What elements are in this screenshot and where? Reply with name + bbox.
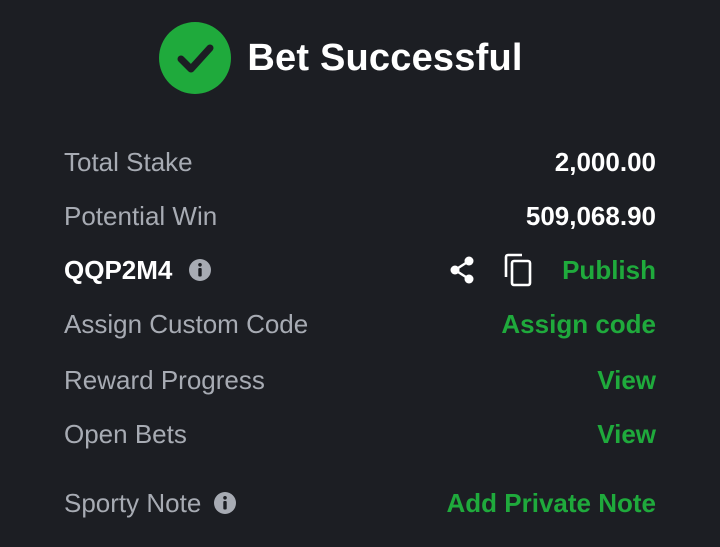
reward-progress-label: Reward Progress (64, 364, 265, 395)
sporty-note-row: Sporty Note Add Private Note (64, 483, 656, 523)
assign-code-link[interactable]: Assign code (501, 309, 656, 340)
total-stake-label: Total Stake (64, 146, 193, 177)
potential-win-row: Potential Win 509,068.90 (64, 196, 656, 236)
page-title: Bet Successful (247, 36, 523, 79)
potential-win-value: 509,068.90 (525, 200, 656, 231)
reward-progress-view-link[interactable]: View (597, 365, 656, 396)
open-bets-row: Open Bets View (64, 414, 656, 454)
check-circle-icon (159, 22, 232, 94)
custom-code-row: Assign Custom Code Assign code (64, 304, 656, 344)
total-stake-value: 2,000.00 (554, 146, 656, 177)
share-icon[interactable] (444, 252, 480, 288)
total-stake-row: Total Stake 2,000.00 (64, 142, 656, 182)
publish-button[interactable]: Publish (562, 255, 656, 286)
sporty-note-label: Sporty Note (64, 487, 202, 518)
add-private-note-link[interactable]: Add Private Note (447, 488, 657, 519)
info-icon[interactable] (188, 258, 212, 282)
bet-success-header: Bet Successful (0, 22, 720, 94)
bet-confirmation-screen: Bet Successful Total Stake 2,000.00 Pote… (0, 0, 720, 547)
potential-win-label: Potential Win (64, 200, 218, 231)
open-bets-label: Open Bets (64, 418, 187, 449)
open-bets-view-link[interactable]: View (597, 419, 656, 450)
copy-icon[interactable] (500, 252, 536, 288)
reward-progress-row: Reward Progress View (64, 360, 656, 400)
info-icon[interactable] (213, 491, 237, 515)
booking-code-row: QQP2M4 Publish (64, 250, 656, 290)
custom-code-label: Assign Custom Code (64, 308, 309, 339)
booking-code: QQP2M4 (64, 254, 173, 285)
